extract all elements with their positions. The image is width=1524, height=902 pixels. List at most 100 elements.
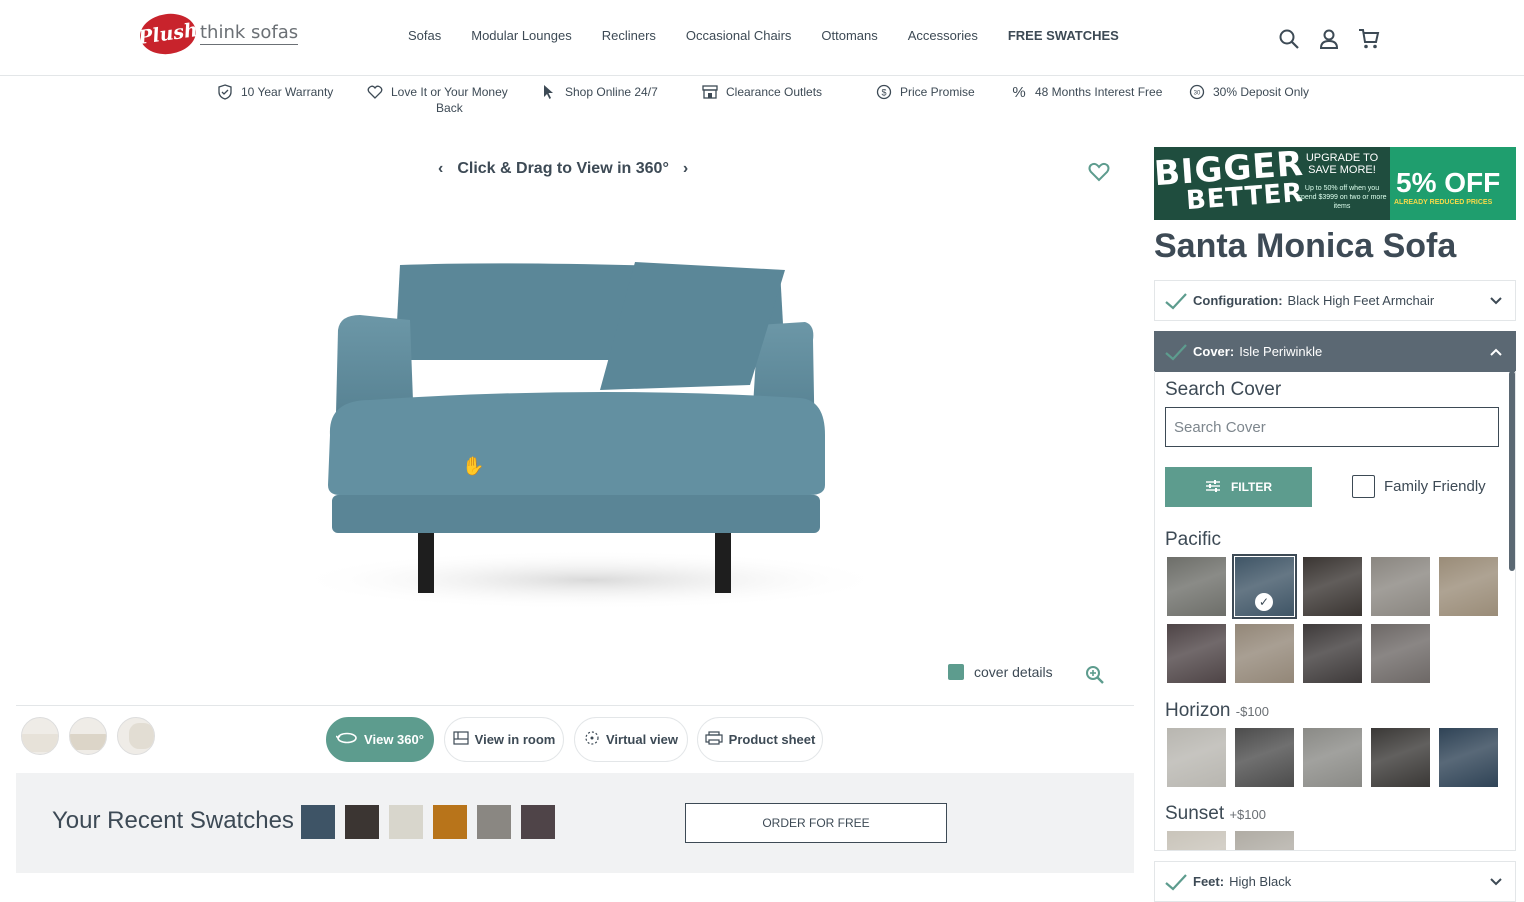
sofa-image[interactable] [280,240,900,620]
zoom-in-icon[interactable] [1085,665,1105,685]
logo-badge: Plush [137,10,199,58]
family-friendly-checkbox[interactable]: Family Friendly [1352,475,1486,498]
percent-icon: % [1011,84,1027,101]
recent-swatches-section: Your Recent Swatches ORDER FOR FREE [16,773,1134,873]
fabric-swatch[interactable] [1303,624,1362,683]
promo-banner-left: BIGGER BETTER UPGRADE TO SAVE MORE! Up t… [1154,147,1390,220]
fabric-swatch[interactable] [1371,557,1430,616]
nav-ottomans[interactable]: Ottomans [821,28,877,43]
check-icon [1165,343,1187,361]
nav-recliners[interactable]: Recliners [602,28,656,43]
svg-text:$: $ [881,88,886,98]
selected-check-icon: ✓ [1255,593,1273,611]
fabric-swatch[interactable] [1167,557,1226,616]
thumbnail-2[interactable] [69,717,107,755]
usp-interest: % 48 Months Interest Free [1011,84,1163,101]
nav-modular-lounges[interactable]: Modular Lounges [471,28,571,43]
store-icon [702,84,718,100]
usp-bar: 10 Year Warranty Love It or Your Money Ba… [0,84,1524,120]
virtual-view-button[interactable]: Virtual view [574,717,688,762]
fabric-swatch[interactable] [1439,557,1498,616]
product-title: Santa Monica Sofa [1154,227,1457,265]
recent-swatch[interactable] [301,805,335,839]
promo-banner[interactable]: BIGGER BETTER UPGRADE TO SAVE MORE! Up t… [1154,147,1516,220]
group-pacific: Pacific [1165,529,1221,550]
site-header: Plush think sofas Sofas Modular Lounges … [0,0,1524,76]
recent-swatch[interactable] [345,805,379,839]
drag-360-label: ‹ Click & Drag to View in 360° › [438,160,689,178]
main-nav: Sofas Modular Lounges Recliners Occasion… [408,28,1149,43]
fabric-swatch[interactable] [1167,624,1226,683]
heart-icon [367,84,383,100]
fabric-swatch[interactable] [1371,624,1430,683]
fabric-swatch[interactable] [1167,831,1226,850]
svg-text:30: 30 [1194,91,1201,97]
recent-swatch[interactable] [477,805,511,839]
deposit-icon: 30 [1189,84,1205,100]
product-sheet-button[interactable]: Product sheet [697,717,823,762]
cover-accordion[interactable]: Cover: Isle Periwinkle [1154,331,1516,372]
usp-money-back: Love It or Your Money Back [367,84,508,116]
shield-check-icon [217,84,233,100]
usp-price-promise: $ Price Promise [876,84,975,100]
logo[interactable]: Plush think sofas [137,10,299,58]
nav-occasional-chairs[interactable]: Occasional Chairs [686,28,792,43]
fabric-swatch-selected[interactable]: ✓ [1232,554,1297,619]
search-cover-title: Search Cover [1165,379,1282,400]
next-arrow-icon[interactable]: › [683,160,688,178]
account-icon[interactable] [1318,28,1340,50]
scrollbar[interactable] [1509,371,1515,571]
fabric-swatch[interactable] [1235,728,1294,787]
thumbnail-1[interactable] [21,717,59,755]
hand-cursor-icon: ✋ [462,456,485,476]
feet-accordion[interactable]: Feet: High Black [1154,861,1516,902]
nav-accessories[interactable]: Accessories [908,28,978,43]
fabric-swatch[interactable] [1303,557,1362,616]
cover-details-link[interactable]: cover details [948,664,1053,680]
logo-text: think sofas [200,21,299,45]
room-icon [453,731,469,748]
recent-swatch[interactable] [389,805,423,839]
search-cover-input[interactable] [1165,407,1499,447]
chevron-up-icon [1489,345,1503,359]
svg-text:%: % [1012,84,1025,100]
printer-icon [705,731,723,748]
promo-banner-right: 5% OFF ALREADY REDUCED PRICES [1390,147,1516,220]
fabric-swatch[interactable] [1303,728,1362,787]
dollar-circle-icon: $ [876,84,892,100]
cover-selector: Search Cover FILTER Family Friendly Paci… [1154,371,1516,851]
configuration-accordion[interactable]: Configuration: Black High Feet Armchair [1154,280,1516,321]
recent-swatch[interactable] [521,805,555,839]
fabric-swatch[interactable] [1371,728,1430,787]
view-360-button[interactable]: View 360° [326,717,434,762]
ar-icon [584,730,600,749]
usp-warranty: 10 Year Warranty [217,84,333,100]
search-icon[interactable] [1278,28,1300,50]
order-for-free-button[interactable]: ORDER FOR FREE [685,803,947,843]
chevron-down-icon [1489,875,1503,889]
check-icon [1165,873,1187,891]
fabric-swatch[interactable] [1167,728,1226,787]
cart-icon[interactable] [1358,28,1380,50]
fabric-icon [948,664,964,680]
fabric-swatch[interactable] [1235,624,1294,683]
group-horizon: Horizon -$100 [1165,700,1270,721]
group-sunset: Sunset +$100 [1165,803,1266,824]
rotate-360-icon [335,731,358,748]
nav-sofas[interactable]: Sofas [408,28,441,43]
usp-deposit: 30 30% Deposit Only [1189,84,1309,100]
cursor-icon [541,84,557,100]
filter-button[interactable]: FILTER [1165,467,1312,507]
view-in-room-button[interactable]: View in room [444,717,564,762]
recent-swatches-title: Your Recent Swatches [52,807,294,834]
header-icons [1278,28,1380,50]
thumbnail-3[interactable] [117,717,155,755]
fabric-swatch[interactable] [1439,728,1498,787]
prev-arrow-icon[interactable]: ‹ [438,160,443,178]
checkbox[interactable] [1352,475,1375,498]
recent-swatch[interactable] [433,805,467,839]
wishlist-heart-icon[interactable] [1088,162,1110,182]
product-panel: BIGGER BETTER UPGRADE TO SAVE MORE! Up t… [1154,147,1516,902]
fabric-swatch[interactable] [1235,831,1294,850]
nav-free-swatches[interactable]: FREE SWATCHES [1008,28,1119,43]
